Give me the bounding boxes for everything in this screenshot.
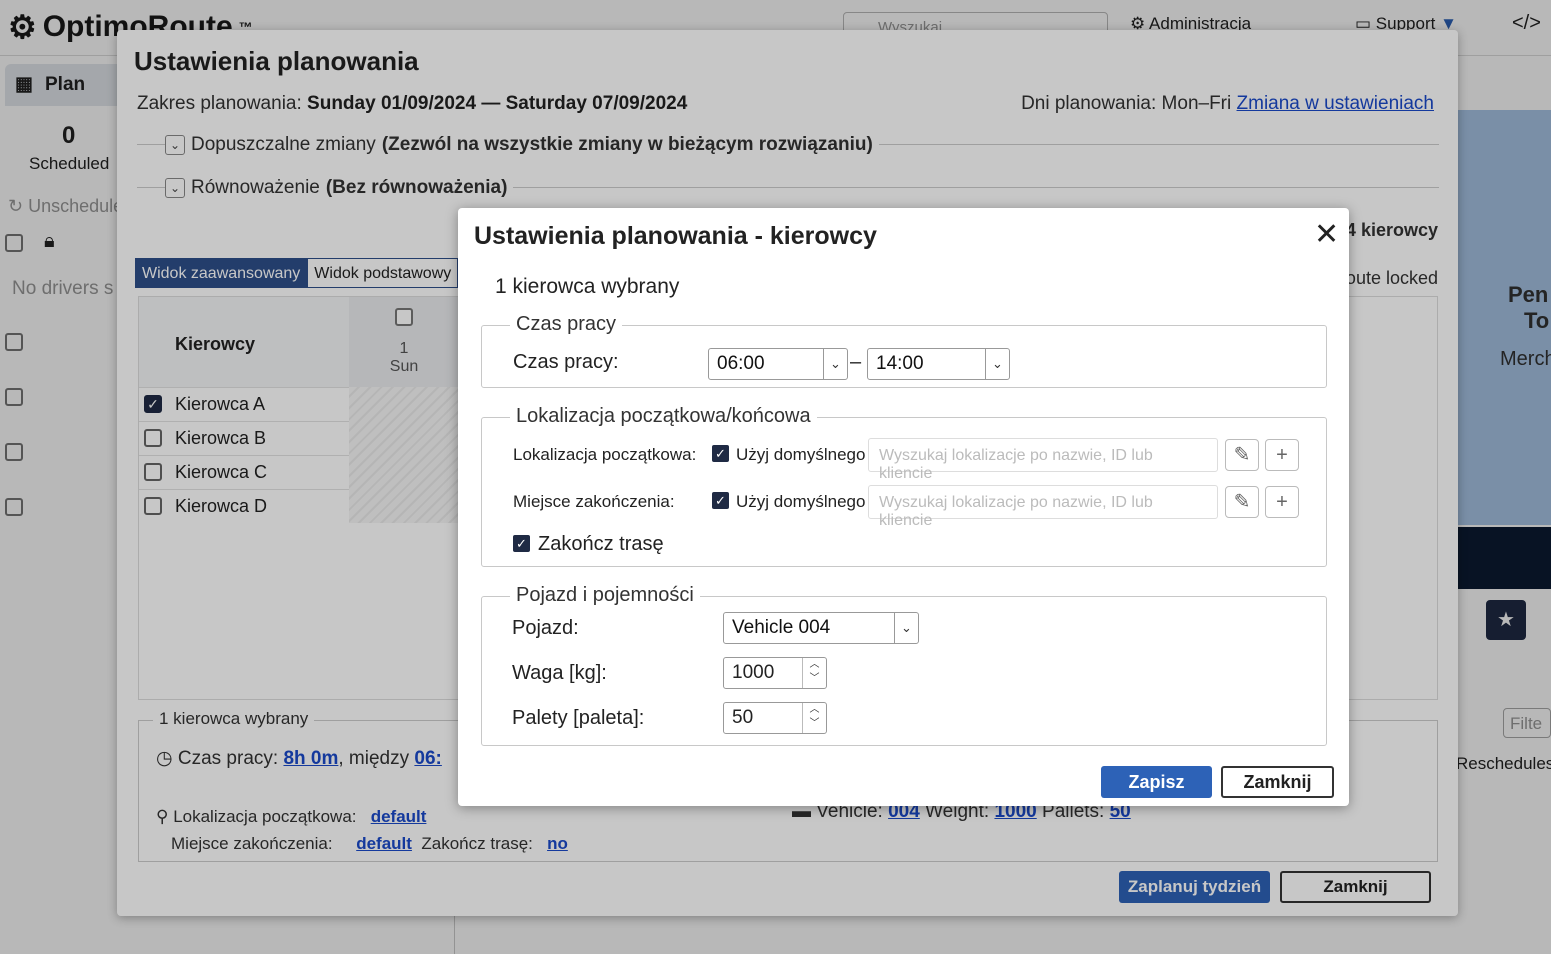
start-use-default-checkbox[interactable]: ✓: [712, 445, 729, 462]
work-to-value: 14:00: [876, 353, 924, 374]
selected-drivers-count: 1 kierowca wybrany: [495, 275, 680, 298]
driver-settings-dialog: Ustawienia planowania - kierowcy ✕ 1 kie…: [458, 208, 1349, 806]
stepper-arrows-icon[interactable]: ︿ ﹀: [802, 703, 826, 733]
work-time-section: Czas pracy Czas pracy: 06:00 ⌄ – 14:00 ⌄: [481, 313, 1327, 388]
section-legend: Czas pracy: [510, 313, 623, 336]
start-location-search[interactable]: Wyszukaj lokalizacje po nazwie, ID lub k…: [868, 438, 1218, 482]
finish-route-checkbox[interactable]: ✓: [513, 535, 530, 552]
chevron-down-icon: ⌄: [894, 613, 918, 643]
time-separator: –: [850, 351, 862, 373]
end-use-default-label: Użyj domyślnego: [736, 492, 866, 511]
weight-stepper[interactable]: 1000 ︿ ﹀: [723, 657, 827, 689]
work-from-select[interactable]: 06:00 ⌄: [708, 348, 848, 380]
add-icon[interactable]: +: [1265, 486, 1299, 518]
work-time-label: Czas pracy:: [513, 351, 619, 373]
pallets-value: 50: [732, 707, 754, 728]
vehicle-section: Pojazd i pojemności Pojazd: Vehicle 004 …: [481, 584, 1327, 746]
end-location-search[interactable]: Wyszukaj lokalizacje po nazwie, ID lub k…: [868, 485, 1218, 529]
pallets-label: Palety [paleta]:: [512, 707, 645, 729]
edit-icon[interactable]: ✎: [1225, 486, 1259, 518]
location-section: Lokalizacja początkowa/końcowa Lokalizac…: [481, 405, 1327, 567]
weight-value: 1000: [732, 662, 775, 683]
close-icon[interactable]: ✕: [1314, 220, 1339, 250]
vehicle-value: Vehicle 004: [732, 617, 831, 638]
stepper-arrows-icon[interactable]: ︿ ﹀: [802, 658, 826, 688]
pallets-stepper[interactable]: 50 ︿ ﹀: [723, 702, 827, 734]
section-legend: Pojazd i pojemności: [510, 584, 700, 607]
vehicle-label: Pojazd:: [512, 617, 579, 639]
chevron-down-icon: ⌄: [823, 349, 847, 379]
finish-route-label: Zakończ trasę: [538, 533, 664, 555]
vehicle-select[interactable]: Vehicle 004 ⌄: [723, 612, 919, 644]
work-from-value: 06:00: [717, 353, 765, 374]
work-to-select[interactable]: 14:00 ⌄: [867, 348, 1010, 380]
end-use-default-checkbox[interactable]: ✓: [712, 492, 729, 509]
save-button[interactable]: Zapisz: [1101, 766, 1212, 798]
chevron-down-icon: ⌄: [985, 349, 1009, 379]
edit-icon[interactable]: ✎: [1225, 439, 1259, 471]
section-legend: Lokalizacja początkowa/końcowa: [510, 405, 817, 428]
end-location-label: Miejsce zakończenia:: [513, 492, 675, 511]
weight-label: Waga [kg]:: [512, 662, 607, 684]
dialog-title: Ustawienia planowania - kierowcy: [474, 222, 877, 250]
start-use-default-label: Użyj domyślnego: [736, 445, 866, 464]
close-button[interactable]: Zamknij: [1221, 766, 1334, 798]
start-location-label: Lokalizacja początkowa:: [513, 445, 697, 464]
add-icon[interactable]: +: [1265, 439, 1299, 471]
